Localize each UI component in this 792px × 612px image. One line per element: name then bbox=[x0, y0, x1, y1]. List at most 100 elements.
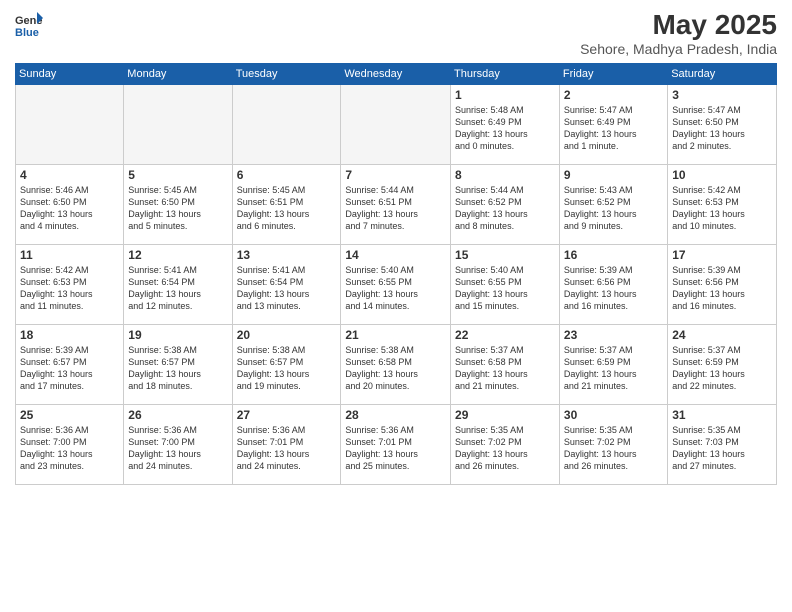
calendar-cell-3-3: 21Sunrise: 5:38 AM Sunset: 6:58 PM Dayli… bbox=[341, 324, 451, 404]
day-info: Sunrise: 5:39 AM Sunset: 6:57 PM Dayligh… bbox=[20, 344, 119, 393]
day-info: Sunrise: 5:40 AM Sunset: 6:55 PM Dayligh… bbox=[345, 264, 446, 313]
day-info: Sunrise: 5:42 AM Sunset: 6:53 PM Dayligh… bbox=[672, 184, 772, 233]
day-number: 23 bbox=[564, 328, 663, 342]
day-number: 28 bbox=[345, 408, 446, 422]
calendar-cell-4-4: 29 Sunrise: 5:35 AM Sunset: 7:02 PM Dayli… bbox=[451, 404, 560, 484]
day-number: 8 bbox=[455, 168, 555, 182]
calendar-cell-2-2: 13 Sunrise: 5:41 AM Sunset: 6:54 PM Dayli… bbox=[232, 244, 341, 324]
calendar-cell-1-1: 5Sunrise: 5:45 AM Sunset: 6:50 PM Daylig… bbox=[124, 164, 232, 244]
day-number: 19 bbox=[128, 328, 227, 342]
day-info: Sunrise: 5:41 AM Sunset: 6:54 PM Dayligh… bbox=[237, 264, 337, 313]
calendar-cell-2-6: 17 Sunrise: 5:39 AM Sunset: 6:56 PM Dayli… bbox=[668, 244, 777, 324]
calendar-cell-4-6: 31Sunrise: 5:35 AM Sunset: 7:03 PM Dayli… bbox=[668, 404, 777, 484]
calendar-cell-3-4: 22 Sunrise: 5:37 AM Sunset: 6:58 PM Dayli… bbox=[451, 324, 560, 404]
day-info: Sunrise: 5:35 AM Sunset: 7:02 PM Dayligh… bbox=[564, 424, 663, 473]
day-number: 14 bbox=[345, 248, 446, 262]
calendar-cell-2-5: 16 Sunrise: 5:39 AM Sunset: 6:56 PM Dayli… bbox=[559, 244, 667, 324]
header-saturday: Saturday bbox=[668, 63, 777, 84]
calendar-cell-0-0 bbox=[16, 84, 124, 164]
day-number: 30 bbox=[564, 408, 663, 422]
day-info: Sunrise: 5:36 AM Sunset: 7:01 PM Dayligh… bbox=[237, 424, 337, 473]
calendar-cell-4-3: 28 Sunrise: 5:36 AM Sunset: 7:01 PM Dayli… bbox=[341, 404, 451, 484]
day-info: Sunrise: 5:38 AM Sunset: 6:57 PM Dayligh… bbox=[237, 344, 337, 393]
day-info: Sunrise: 5:36 AM Sunset: 7:00 PM Dayligh… bbox=[20, 424, 119, 473]
day-number: 12 bbox=[128, 248, 227, 262]
week-row-2: 4 Sunrise: 5:46 AM Sunset: 6:50 PM Daylig… bbox=[16, 164, 777, 244]
day-info: Sunrise: 5:42 AM Sunset: 6:53 PM Dayligh… bbox=[20, 264, 119, 313]
day-info: Sunrise: 5:39 AM Sunset: 6:56 PM Dayligh… bbox=[564, 264, 663, 313]
svg-text:Blue: Blue bbox=[15, 27, 39, 38]
calendar-cell-4-0: 25 Sunrise: 5:36 AM Sunset: 7:00 PM Dayli… bbox=[16, 404, 124, 484]
week-row-5: 25 Sunrise: 5:36 AM Sunset: 7:00 PM Dayli… bbox=[16, 404, 777, 484]
calendar-cell-4-5: 30 Sunrise: 5:35 AM Sunset: 7:02 PM Dayli… bbox=[559, 404, 667, 484]
day-info: Sunrise: 5:46 AM Sunset: 6:50 PM Dayligh… bbox=[20, 184, 119, 233]
day-info: Sunrise: 5:36 AM Sunset: 7:01 PM Dayligh… bbox=[345, 424, 446, 473]
day-info: Sunrise: 5:47 AM Sunset: 6:49 PM Dayligh… bbox=[564, 104, 663, 153]
day-number: 11 bbox=[20, 248, 119, 262]
calendar-cell-4-2: 27 Sunrise: 5:36 AM Sunset: 7:01 PM Dayli… bbox=[232, 404, 341, 484]
day-number: 6 bbox=[237, 168, 337, 182]
day-number: 25 bbox=[20, 408, 119, 422]
day-number: 3 bbox=[672, 88, 772, 102]
calendar-cell-1-4: 8 Sunrise: 5:44 AM Sunset: 6:52 PM Daylig… bbox=[451, 164, 560, 244]
day-number: 29 bbox=[455, 408, 555, 422]
day-info: Sunrise: 5:35 AM Sunset: 7:02 PM Dayligh… bbox=[455, 424, 555, 473]
day-number: 18 bbox=[20, 328, 119, 342]
calendar-cell-3-2: 20Sunrise: 5:38 AM Sunset: 6:57 PM Dayli… bbox=[232, 324, 341, 404]
title-block: May 2025 Sehore, Madhya Pradesh, India bbox=[580, 10, 777, 57]
day-info: Sunrise: 5:44 AM Sunset: 6:52 PM Dayligh… bbox=[455, 184, 555, 233]
calendar-cell-1-5: 9Sunrise: 5:43 AM Sunset: 6:52 PM Daylig… bbox=[559, 164, 667, 244]
month-title: May 2025 bbox=[580, 10, 777, 41]
calendar-table: Sunday Monday Tuesday Wednesday Thursday… bbox=[15, 63, 777, 485]
calendar-cell-3-1: 19 Sunrise: 5:38 AM Sunset: 6:57 PM Dayli… bbox=[124, 324, 232, 404]
calendar-cell-2-0: 11 Sunrise: 5:42 AM Sunset: 6:53 PM Dayli… bbox=[16, 244, 124, 324]
week-row-1: 1 Sunrise: 5:48 AM Sunset: 6:49 PM Daylig… bbox=[16, 84, 777, 164]
day-info: Sunrise: 5:43 AM Sunset: 6:52 PM Dayligh… bbox=[564, 184, 663, 233]
header-thursday: Thursday bbox=[451, 63, 560, 84]
day-info: Sunrise: 5:45 AM Sunset: 6:50 PM Dayligh… bbox=[128, 184, 227, 233]
calendar-cell-0-3 bbox=[341, 84, 451, 164]
day-info: Sunrise: 5:44 AM Sunset: 6:51 PM Dayligh… bbox=[345, 184, 446, 233]
calendar-cell-0-6: 3Sunrise: 5:47 AM Sunset: 6:50 PM Daylig… bbox=[668, 84, 777, 164]
day-number: 13 bbox=[237, 248, 337, 262]
page-header: General Blue May 2025 Sehore, Madhya Pra… bbox=[15, 10, 777, 57]
calendar-cell-1-0: 4 Sunrise: 5:46 AM Sunset: 6:50 PM Daylig… bbox=[16, 164, 124, 244]
day-number: 15 bbox=[455, 248, 555, 262]
header-sunday: Sunday bbox=[16, 63, 124, 84]
day-number: 16 bbox=[564, 248, 663, 262]
day-number: 4 bbox=[20, 168, 119, 182]
weekday-header-row: Sunday Monday Tuesday Wednesday Thursday… bbox=[16, 63, 777, 84]
day-number: 24 bbox=[672, 328, 772, 342]
day-info: Sunrise: 5:37 AM Sunset: 6:59 PM Dayligh… bbox=[564, 344, 663, 393]
day-info: Sunrise: 5:39 AM Sunset: 6:56 PM Dayligh… bbox=[672, 264, 772, 313]
day-info: Sunrise: 5:37 AM Sunset: 6:58 PM Dayligh… bbox=[455, 344, 555, 393]
day-number: 7 bbox=[345, 168, 446, 182]
day-number: 26 bbox=[128, 408, 227, 422]
calendar-cell-3-5: 23 Sunrise: 5:37 AM Sunset: 6:59 PM Dayli… bbox=[559, 324, 667, 404]
header-wednesday: Wednesday bbox=[341, 63, 451, 84]
calendar-cell-2-3: 14 Sunrise: 5:40 AM Sunset: 6:55 PM Dayli… bbox=[341, 244, 451, 324]
calendar-cell-3-0: 18 Sunrise: 5:39 AM Sunset: 6:57 PM Dayli… bbox=[16, 324, 124, 404]
calendar-cell-0-5: 2 Sunrise: 5:47 AM Sunset: 6:49 PM Daylig… bbox=[559, 84, 667, 164]
calendar-cell-0-2 bbox=[232, 84, 341, 164]
day-info: Sunrise: 5:45 AM Sunset: 6:51 PM Dayligh… bbox=[237, 184, 337, 233]
calendar-page: General Blue May 2025 Sehore, Madhya Pra… bbox=[0, 0, 792, 612]
calendar-cell-4-1: 26Sunrise: 5:36 AM Sunset: 7:00 PM Dayli… bbox=[124, 404, 232, 484]
calendar-cell-2-4: 15 Sunrise: 5:40 AM Sunset: 6:55 PM Dayli… bbox=[451, 244, 560, 324]
day-number: 2 bbox=[564, 88, 663, 102]
week-row-4: 18 Sunrise: 5:39 AM Sunset: 6:57 PM Dayli… bbox=[16, 324, 777, 404]
day-number: 17 bbox=[672, 248, 772, 262]
location-title: Sehore, Madhya Pradesh, India bbox=[580, 41, 777, 57]
day-info: Sunrise: 5:37 AM Sunset: 6:59 PM Dayligh… bbox=[672, 344, 772, 393]
day-number: 21 bbox=[345, 328, 446, 342]
day-info: Sunrise: 5:48 AM Sunset: 6:49 PM Dayligh… bbox=[455, 104, 555, 153]
logo-icon: General Blue bbox=[15, 10, 43, 38]
calendar-cell-0-4: 1 Sunrise: 5:48 AM Sunset: 6:49 PM Daylig… bbox=[451, 84, 560, 164]
day-info: Sunrise: 5:40 AM Sunset: 6:55 PM Dayligh… bbox=[455, 264, 555, 313]
day-number: 1 bbox=[455, 88, 555, 102]
day-number: 22 bbox=[455, 328, 555, 342]
day-number: 27 bbox=[237, 408, 337, 422]
day-number: 10 bbox=[672, 168, 772, 182]
calendar-cell-3-6: 24 Sunrise: 5:37 AM Sunset: 6:59 PM Dayli… bbox=[668, 324, 777, 404]
day-info: Sunrise: 5:38 AM Sunset: 6:57 PM Dayligh… bbox=[128, 344, 227, 393]
